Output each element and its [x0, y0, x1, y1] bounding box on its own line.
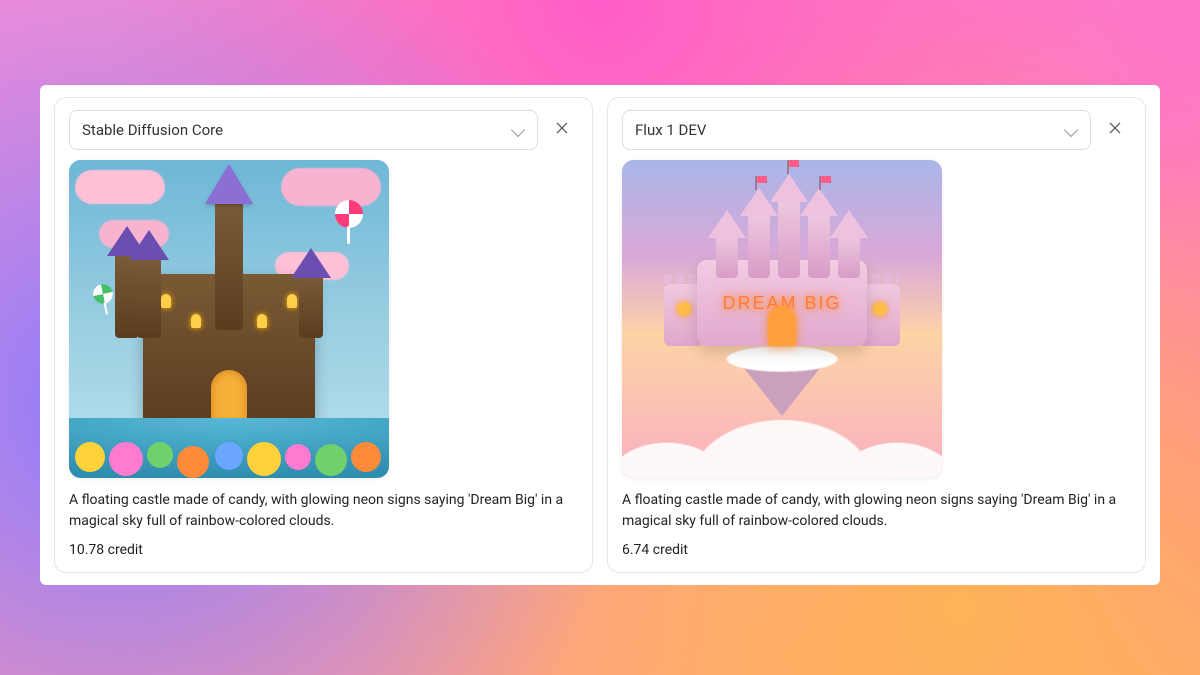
close-button[interactable]: [1099, 114, 1131, 146]
model-select-label: Flux 1 DEV: [635, 121, 706, 139]
comparison-panel: Stable Diffusion Core: [40, 85, 1160, 585]
prompt-text: A floating castle made of candy, with gl…: [69, 490, 578, 532]
credit-text: 10.78 credit: [69, 542, 578, 558]
close-icon: [554, 120, 570, 140]
result-pane-left: Stable Diffusion Core: [54, 97, 593, 573]
close-icon: [1107, 120, 1123, 140]
chevron-down-icon: [1064, 123, 1078, 137]
generated-image[interactable]: [69, 160, 389, 478]
model-select[interactable]: Flux 1 DEV: [622, 110, 1091, 150]
generated-image[interactable]: DREAM BIG: [622, 160, 942, 478]
prompt-text: A floating castle made of candy, with gl…: [622, 490, 1131, 532]
pane-header: Flux 1 DEV: [622, 110, 1131, 150]
pane-header: Stable Diffusion Core: [69, 110, 578, 150]
chevron-down-icon: [511, 123, 525, 137]
model-select-label: Stable Diffusion Core: [82, 121, 223, 139]
close-button[interactable]: [546, 114, 578, 146]
model-select[interactable]: Stable Diffusion Core: [69, 110, 538, 150]
result-pane-right: Flux 1 DEV DREAM BIG: [607, 97, 1146, 573]
credit-text: 6.74 credit: [622, 542, 1131, 558]
